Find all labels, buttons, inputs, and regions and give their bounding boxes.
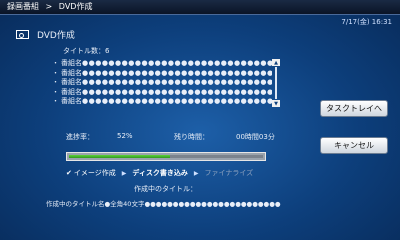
list-item[interactable]: ・番組名●●●●●●●●●●●●●●●●●●●●●●●●●●●●●● <box>52 78 272 88</box>
title-count: タイトル数：6 <box>63 47 110 55</box>
top-bar: 録画番組 > DVD作成 <box>0 0 400 15</box>
list-item-dots: ●●●●●●●●●●●●●●●●●●●●●●●●●●●●●● <box>82 68 272 77</box>
list-item-bullet: ・ <box>52 59 59 67</box>
check-icon: ✔ <box>66 169 72 177</box>
list-item-bullet: ・ <box>52 78 59 86</box>
list-item-label: 番組名 <box>61 59 82 67</box>
list-item-dots: ●●●●●●●●●●●●●●●●●●●●●●●●●●●●●● <box>82 97 272 105</box>
step-image-creation: ✔ イメージ作成 <box>66 168 116 178</box>
progress-bar <box>66 152 266 161</box>
page-title: DVD作成 <box>37 31 75 41</box>
cancel-button[interactable]: キャンセル <box>320 137 388 154</box>
list-scrollbar[interactable]: ▲ ▼ <box>272 59 280 107</box>
list-item-label: 番組名 <box>61 87 82 96</box>
remaining-time-value: 00時間03分 <box>236 133 275 141</box>
list-item-dots: ●●●●●●●●●●●●●●●●●●●●●●●●●●●●●● <box>82 87 272 96</box>
remaining-time-label: 残り時間： <box>174 133 209 141</box>
progress-bar-track <box>69 155 263 158</box>
breadcrumb-separator: > <box>45 2 53 11</box>
list-item-label: 番組名 <box>61 68 82 77</box>
breadcrumb-root[interactable]: 録画番組 <box>7 2 39 11</box>
list-item-bullet: ・ <box>52 68 59 77</box>
page-header: DVD作成 <box>16 28 75 41</box>
current-title-label: 作成中のタイトル： <box>134 185 197 193</box>
list-item-bullet: ・ <box>52 97 59 105</box>
step-arrow-icon: ▶ <box>193 169 199 177</box>
breadcrumb: 録画番組 > DVD作成 <box>7 0 92 14</box>
list-item-dots: ●●●●●●●●●●●●●●●●●●●●●●●●●●●●●● <box>82 78 272 86</box>
date-time: 7/17(金) 16:31 <box>341 18 392 26</box>
list-item-bullet: ・ <box>52 87 59 96</box>
list-item[interactable]: ・番組名●●●●●●●●●●●●●●●●●●●●●●●●●●●●●● <box>52 69 272 79</box>
list-item-label: 番組名 <box>61 97 82 105</box>
list-item[interactable]: ・番組名●●●●●●●●●●●●●●●●●●●●●●●●●●●●●● <box>52 97 272 107</box>
current-title-value: 作成中のタイトル名●全角40文字●●●●●●●●●●●●●●●●●●●●●●●● <box>46 200 281 208</box>
list-item[interactable]: ・番組名●●●●●●●●●●●●●●●●●●●●●●●●●●●●●● <box>52 59 272 69</box>
list-item[interactable]: ・番組名●●●●●●●●●●●●●●●●●●●●●●●●●●●●●● <box>52 88 272 98</box>
step-arrow-icon: ▶ <box>121 169 127 177</box>
progress-label: 進捗率： <box>66 133 94 141</box>
progress-bar-fill <box>69 155 170 158</box>
title-list: ・番組名●●●●●●●●●●●●●●●●●●●●●●●●●●●●●● ・番組名●… <box>52 59 272 107</box>
step-image-label: イメージ作成 <box>73 169 116 177</box>
scroll-up-icon[interactable]: ▲ <box>272 59 280 66</box>
task-tray-button[interactable]: タスクトレイへ <box>320 100 388 117</box>
breadcrumb-current: DVD作成 <box>58 2 93 11</box>
scroll-track[interactable] <box>275 67 277 99</box>
step-disc-writing: ディスク書き込み <box>132 169 188 177</box>
progress-value: 52% <box>117 132 133 140</box>
list-item-label: 番組名 <box>61 78 82 86</box>
process-steps: ✔ イメージ作成 ▶ ディスク書き込み ▶ ファイナライズ <box>66 168 253 178</box>
step-finalize: ファイナライズ <box>204 169 254 177</box>
list-item-dots: ●●●●●●●●●●●●●●●●●●●●●●●●●●●●●● <box>82 59 272 67</box>
dvd-icon <box>16 30 29 39</box>
scroll-down-icon[interactable]: ▼ <box>272 100 280 107</box>
